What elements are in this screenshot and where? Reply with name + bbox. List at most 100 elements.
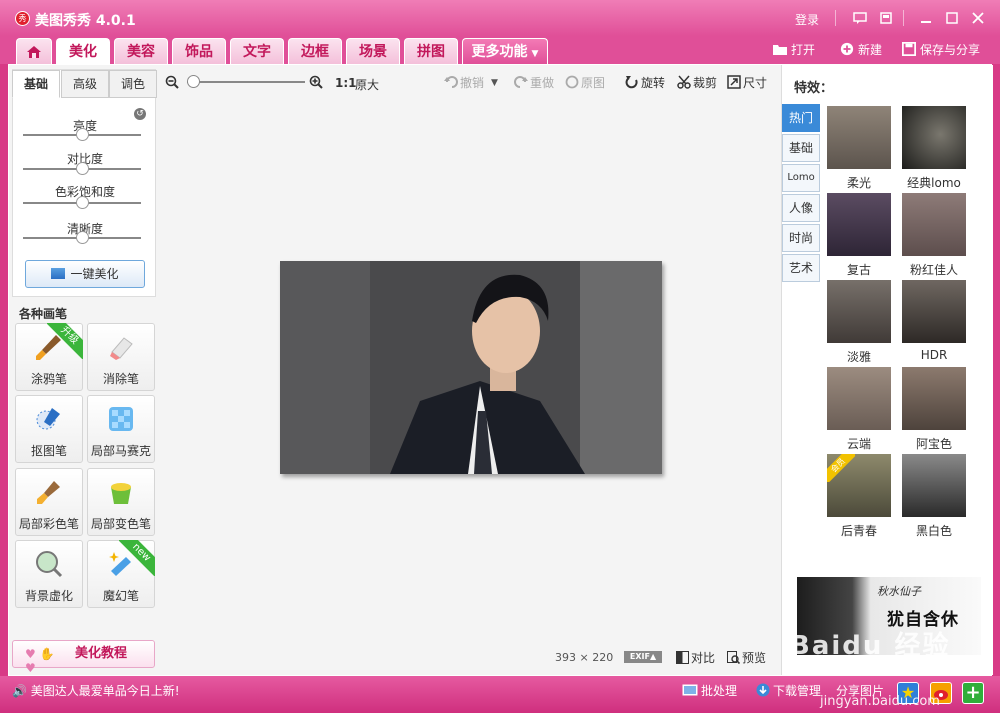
- effect-cloud[interactable]: 云端: [827, 367, 893, 451]
- recolor-brush-label: 局部变色笔: [90, 517, 151, 531]
- preview-button[interactable]: 预览: [727, 649, 766, 666]
- new-button[interactable]: 新建: [839, 41, 882, 59]
- effect-label: 淡雅: [846, 350, 871, 364]
- rotate-icon: [625, 76, 638, 89]
- tab-collage[interactable]: 拼图: [404, 38, 458, 64]
- hands-icon: ♥ ✋ ♥: [25, 647, 55, 675]
- save-share-label: 保存与分享: [920, 43, 981, 57]
- effect-retro[interactable]: 复古: [827, 193, 893, 277]
- category-lomo[interactable]: Lomo: [782, 164, 820, 192]
- effect-abao[interactable]: 阿宝色: [902, 367, 968, 451]
- tab-scenes[interactable]: 场景: [346, 38, 400, 64]
- plus-circle-icon: [840, 42, 854, 56]
- original-button[interactable]: 原图: [565, 75, 605, 91]
- effect-pink-lady[interactable]: 粉红佳人: [902, 193, 968, 277]
- category-art[interactable]: 艺术: [782, 254, 820, 282]
- main-tabs: 美化 美容 饰品 文字 边框 场景 拼图 更多功能 ▼ 打开 新建 保存与分享: [0, 36, 1000, 64]
- chevron-down-icon: ▼: [531, 49, 539, 59]
- maximize-icon[interactable]: [942, 8, 962, 28]
- color-brush-button[interactable]: 局部彩色笔: [15, 468, 83, 536]
- slider-knob[interactable]: [76, 128, 89, 141]
- rotate-button[interactable]: 旋转: [625, 75, 665, 91]
- download-manager-button[interactable]: 下载管理: [756, 682, 821, 699]
- zoom-slider-knob[interactable]: [187, 75, 200, 88]
- open-label: 打开: [791, 43, 816, 57]
- mosaic-brush-button[interactable]: 局部马赛克: [87, 395, 155, 463]
- upgrade-badge: 升级: [47, 323, 83, 359]
- add-icon[interactable]: +: [962, 682, 984, 704]
- compare-button[interactable]: 对比: [676, 649, 715, 666]
- effect-label: 黑白色: [915, 524, 952, 538]
- zoom-one-to-one-button[interactable]: 1:1: [335, 76, 357, 90]
- cutout-brush-button[interactable]: 抠图笔: [15, 395, 83, 463]
- effect-label: 柔光: [846, 176, 871, 190]
- resize-label: 尺寸: [743, 76, 768, 90]
- preview-label: 预览: [742, 651, 767, 665]
- crop-button[interactable]: 裁剪: [677, 75, 717, 91]
- original-label: 原图: [581, 76, 606, 90]
- slider-knob[interactable]: [76, 162, 89, 175]
- effect-elegant[interactable]: 淡雅: [827, 280, 893, 364]
- minimize-icon[interactable]: [916, 8, 936, 28]
- effect-hdr[interactable]: HDR: [902, 280, 968, 364]
- undo-dropdown[interactable]: ▼: [491, 75, 498, 91]
- home-icon: [27, 46, 41, 58]
- zoom-out-icon[interactable]: [165, 75, 179, 89]
- category-portrait[interactable]: 人像: [782, 194, 820, 222]
- eraser-brush-button[interactable]: 消除笔: [87, 323, 155, 391]
- graffiti-brush-button[interactable]: 升级 涂鸦笔: [15, 323, 83, 391]
- tab-text[interactable]: 文字: [230, 38, 284, 64]
- sharpness-slider[interactable]: [23, 231, 141, 244]
- resize-button[interactable]: 尺寸: [727, 75, 767, 91]
- effect-label: 经典lomo: [907, 176, 961, 190]
- photo-canvas[interactable]: [280, 261, 662, 474]
- undo-button[interactable]: 撤销: [444, 75, 484, 91]
- category-basic[interactable]: 基础: [782, 134, 820, 162]
- effect-soft-light[interactable]: 柔光: [827, 106, 893, 190]
- tab-home[interactable]: [16, 38, 52, 64]
- save-icon: [902, 42, 916, 56]
- tab-frames[interactable]: 边框: [288, 38, 342, 64]
- recolor-brush-button[interactable]: 局部变色笔: [87, 468, 155, 536]
- subtab-advanced[interactable]: 高级: [61, 70, 109, 98]
- tab-more-features[interactable]: 更多功能 ▼: [462, 38, 548, 64]
- effect-classic-lomo[interactable]: 经典lomo: [902, 106, 968, 190]
- effect-black-white[interactable]: 黑白色: [902, 454, 968, 538]
- saturation-slider[interactable]: [23, 196, 141, 209]
- auto-beautify-button[interactable]: 一键美化: [25, 260, 145, 288]
- batch-icon: [682, 684, 698, 696]
- effect-thumbnail: [902, 280, 966, 343]
- subtab-color[interactable]: 调色: [109, 70, 157, 98]
- batch-button[interactable]: 批处理: [682, 682, 737, 699]
- skin-icon[interactable]: [876, 8, 896, 28]
- effect-thumbnail: [827, 193, 891, 256]
- exif-button[interactable]: EXIF▲: [624, 651, 662, 663]
- zoom-slider[interactable]: [187, 81, 305, 83]
- open-button[interactable]: 打开: [772, 41, 815, 59]
- news-ticker[interactable]: 🔊 美图达人最爱单品今日上新!: [12, 682, 180, 699]
- message-icon[interactable]: [850, 8, 870, 28]
- slider-knob[interactable]: [76, 196, 89, 209]
- subtab-basic[interactable]: 基础: [12, 70, 60, 98]
- slider-knob[interactable]: [76, 231, 89, 244]
- category-fashion[interactable]: 时尚: [782, 224, 820, 252]
- brightness-slider[interactable]: [23, 128, 141, 141]
- background-blur-button[interactable]: 背景虚化: [15, 540, 83, 608]
- undo-icon: [444, 76, 458, 88]
- category-hot[interactable]: 热门: [782, 104, 820, 132]
- zoom-in-icon[interactable]: [309, 75, 323, 89]
- save-share-button[interactable]: 保存与分享: [901, 41, 980, 59]
- tab-decorations[interactable]: 饰品: [172, 38, 226, 64]
- contrast-slider[interactable]: [23, 162, 141, 175]
- original-size-label[interactable]: 原大: [355, 76, 379, 93]
- blur-magnifier-icon: [36, 551, 63, 578]
- beautify-tutorial-button[interactable]: ♥ ✋ ♥ 美化教程: [12, 640, 155, 675]
- effect-youth[interactable]: 会员 后青春: [827, 454, 893, 538]
- magic-picture-icon: [51, 268, 66, 279]
- magic-brush-button[interactable]: new 魔幻笔: [87, 540, 155, 608]
- close-icon[interactable]: [968, 8, 988, 28]
- login-link[interactable]: 登录: [795, 11, 819, 28]
- tab-beauty[interactable]: 美容: [114, 38, 168, 64]
- tab-beautify[interactable]: 美化: [56, 38, 110, 64]
- redo-button[interactable]: 重做: [514, 75, 554, 91]
